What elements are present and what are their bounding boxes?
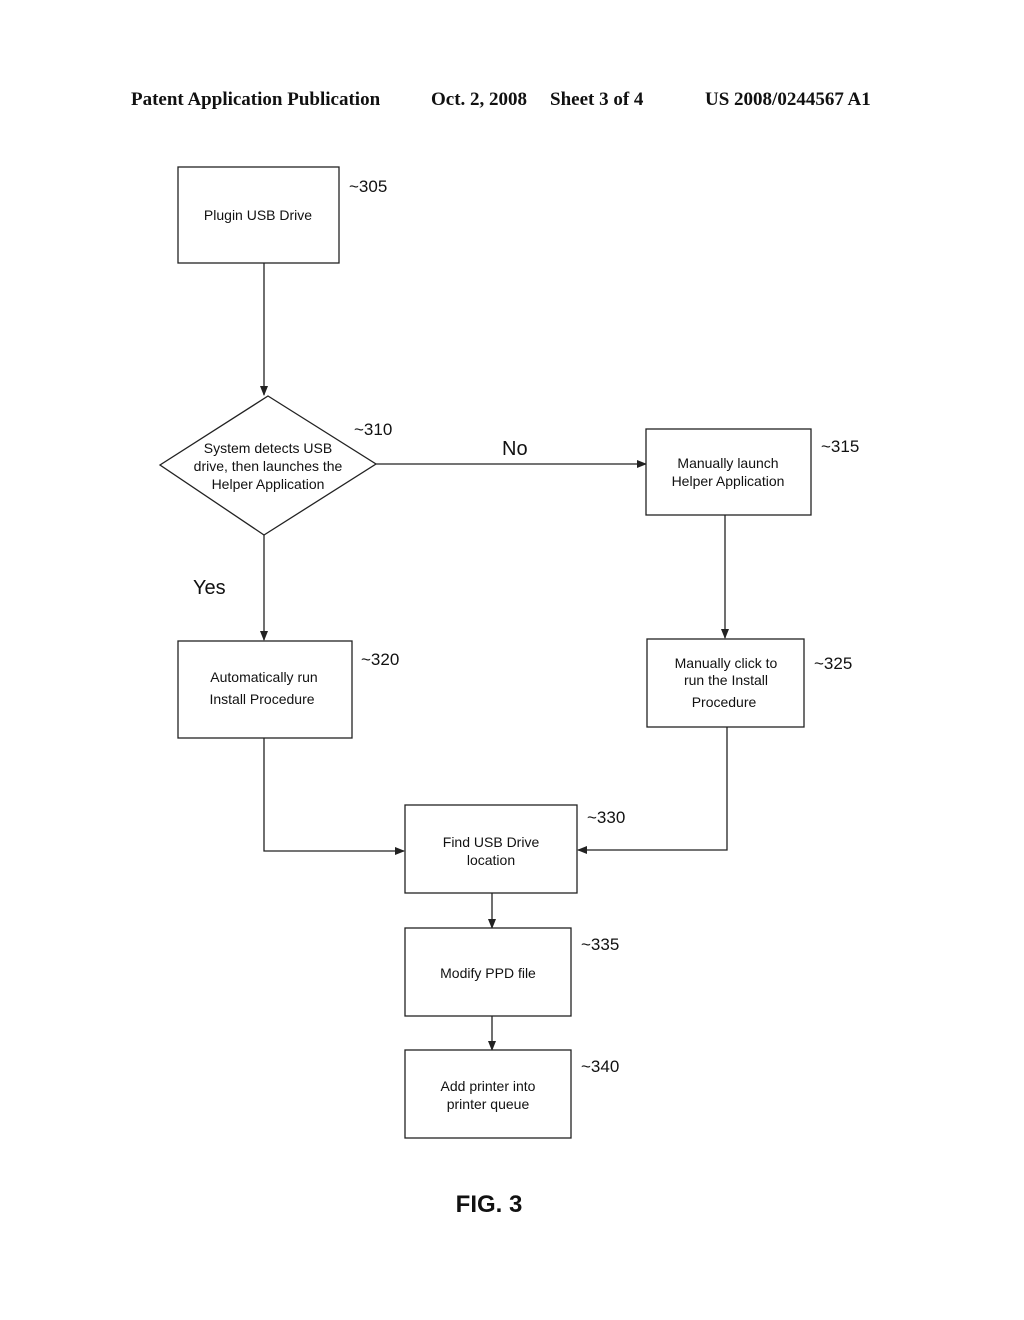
ref-315: ~315 [821,437,859,456]
edge-label-no: No [502,438,528,460]
edge-320-330 [263,738,405,855]
node-325-manual-install: Manually click to run the Install Proced… [646,638,852,728]
node-320-auto-install: Automatically run Install Procedure ~320 [177,640,399,739]
node-305-text: Plugin USB Drive [204,207,312,223]
edge-label-yes: Yes [193,577,226,599]
node-315-text-line2: Helper Application [672,473,785,489]
node-330-find-usb-location: Find USB Drive location ~330 [404,804,625,894]
node-325-text-line1: Manually click to [675,655,778,671]
node-340-add-printer: Add printer into printer queue ~340 [404,1049,619,1139]
node-315-text-line1: Manually launch [677,455,778,471]
ref-310: ~310 [354,420,392,439]
node-305-plugin-usb-drive: Plugin USB Drive ~305 [177,166,387,264]
node-325-text-line3: Procedure [692,694,757,710]
node-340-text-line2: printer queue [447,1096,530,1112]
node-315-manually-launch: Manually launch Helper Application ~315 [645,428,859,516]
node-320-text-line2: Install Procedure [209,691,314,707]
node-330-text-line2: location [467,852,515,868]
flowchart: No Yes Plugin USB Drive ~305 System dete… [158,166,859,1218]
node-325-text-line2: run the Install [684,672,768,688]
ref-305: ~305 [349,177,387,196]
node-340-text-line1: Add printer into [441,1078,536,1094]
node-320-text-line1: Automatically run [210,669,317,685]
ref-320: ~320 [361,650,399,669]
node-310-text-line3: Helper Application [212,476,325,492]
ref-340: ~340 [581,1057,619,1076]
ref-325: ~325 [814,654,852,673]
node-310-text-line1: System detects USB [204,440,332,456]
node-335-text: Modify PPD file [440,965,536,981]
node-330-text-line1: Find USB Drive [443,834,540,850]
figure-label: FIG. 3 [456,1191,523,1218]
edge-325-330 [577,727,728,854]
ref-335: ~335 [581,935,619,954]
node-310-text-line2: drive, then launches the [194,458,343,474]
node-335-modify-ppd: Modify PPD file ~335 [404,927,619,1017]
ref-330: ~330 [587,808,625,827]
node-310-decision: System detects USB drive, then launches … [158,395,392,536]
